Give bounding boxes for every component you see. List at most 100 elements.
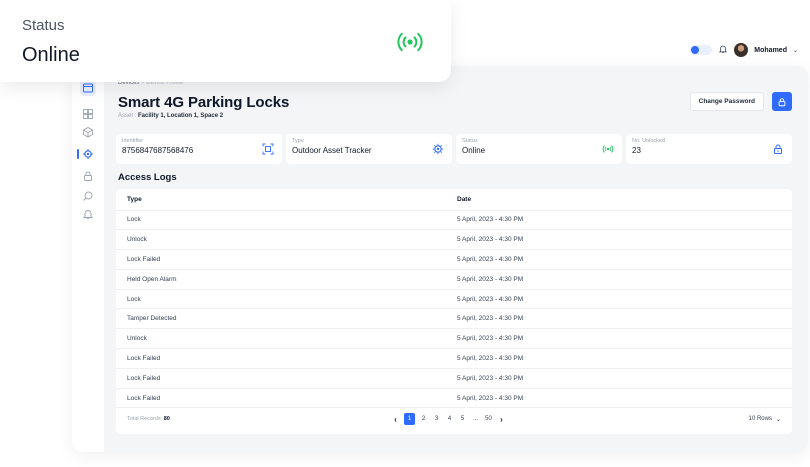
grid-icon — [83, 109, 93, 119]
sidebar-item-dashboard[interactable] — [80, 80, 96, 96]
column-header-type[interactable]: Type — [116, 189, 446, 211]
table-row[interactable]: Lock Failed 5 April, 2023 - 4:30 PM — [116, 249, 792, 270]
table-row[interactable]: Tamper Detected 5 April, 2023 - 4:30 PM — [116, 308, 792, 330]
table-row[interactable]: Lock Failed 5 April, 2023 - 4:30 PM — [116, 368, 792, 389]
asset-value: Facility 1, Location 1, Space 2 — [138, 113, 224, 119]
card-label: Type — [292, 138, 304, 144]
cell-type: Lock Failed — [116, 368, 446, 389]
cell-type: Lock Failed — [116, 388, 446, 409]
table-row[interactable]: Lock 5 April, 2023 - 4:30 PM — [116, 210, 792, 231]
cell-date: 5 April, 2023 - 4:30 PM — [446, 308, 792, 330]
bell-icon — [719, 45, 728, 54]
table-row[interactable]: Lock 5 April, 2023 - 4:30 PM — [116, 289, 792, 310]
card-value: 23 — [632, 146, 641, 155]
page-title: Smart 4G Parking Locks — [118, 94, 290, 111]
prev-page-button[interactable]: ‹ — [389, 413, 402, 425]
lock-icon — [774, 144, 782, 154]
sidebar-item-grid[interactable] — [80, 106, 96, 122]
sidebar-item-devices[interactable] — [77, 146, 96, 162]
card-value: Online — [462, 146, 486, 155]
cell-date: 5 April, 2023 - 4:30 PM — [446, 368, 792, 389]
cell-type: Lock — [116, 210, 446, 231]
lock-button[interactable] — [772, 92, 792, 111]
cell-date: 5 April, 2023 - 4:30 PM — [446, 348, 792, 369]
cell-type: Lock — [116, 289, 446, 310]
page-button[interactable]: 2 — [417, 413, 430, 425]
cell-date: 5 April, 2023 - 4:30 PM — [446, 269, 792, 290]
theme-toggle[interactable] — [690, 45, 713, 55]
type-card: Type Outdoor Asset Tracker — [286, 134, 452, 164]
sidebar-item-locks[interactable] — [80, 168, 96, 184]
next-page-button[interactable]: › — [495, 413, 508, 425]
change-password-button[interactable]: Change Password — [689, 92, 764, 111]
total-records: Total Records: 80 — [127, 416, 170, 422]
active-marker — [77, 149, 79, 159]
table-row[interactable]: Lock Failed 5 April, 2023 - 4:30 PM — [116, 348, 792, 369]
status-overlay-card: Status Online — [0, 0, 451, 82]
main-content: Devices > Device Profile Smart 4G Parkin… — [116, 66, 792, 452]
sidebar-item-notifications[interactable] — [80, 206, 96, 222]
cell-date: 5 April, 2023 - 4:30 PM — [446, 328, 792, 350]
chevron-down-icon[interactable]: ⌄ — [793, 47, 798, 54]
total-records-label: Total Records: — [127, 416, 163, 422]
sidebar — [72, 66, 104, 452]
notification-button[interactable] — [718, 41, 728, 59]
page-button[interactable]: 3 — [430, 413, 443, 425]
asset-prefix: Asset : — [118, 113, 137, 119]
dashboard-icon — [83, 83, 93, 93]
asset-line: Asset : Facility 1, Location 1, Space 2 — [118, 113, 223, 119]
identifier-card: Identifier 8756847687568476 — [116, 134, 282, 164]
unlocked-card: No. Unlocked 23 — [626, 134, 792, 164]
card-value: 8756847687568476 — [122, 146, 194, 155]
username[interactable]: Mohamed — [754, 47, 787, 54]
card-value: Outdoor Asset Tracker — [292, 146, 372, 155]
table-footer: Total Records: 80 ‹ 1 2 3 4 5 ... 50 › 1… — [127, 410, 781, 428]
cell-date: 5 April, 2023 - 4:30 PM — [446, 388, 792, 409]
rows-per-page-select[interactable]: 10 Rows ⌄ — [749, 413, 781, 425]
total-records-value: 80 — [163, 416, 170, 422]
page-button[interactable]: 1 — [404, 413, 415, 425]
cell-date: 5 April, 2023 - 4:30 PM — [446, 289, 792, 310]
table-row[interactable]: Lock Failed 5 April, 2023 - 4:30 PM — [116, 388, 792, 409]
page-button[interactable]: 4 — [443, 413, 456, 425]
cell-date: 5 April, 2023 - 4:30 PM — [446, 229, 792, 251]
access-logs-table: Type Date Lock 5 April, 2023 - 4:30 PM Un… — [116, 189, 792, 434]
card-label: Identifier — [122, 138, 144, 144]
table-header-row: Type Date — [116, 189, 792, 211]
cell-type: Unlock — [116, 229, 446, 251]
cell-type: Held Open Alarm — [116, 269, 446, 290]
card-label: No. Unlocked — [632, 138, 666, 144]
cell-type: Tamper Detected — [116, 308, 446, 330]
page-button[interactable]: 5 — [456, 413, 469, 425]
cell-date: 5 April, 2023 - 4:30 PM — [446, 249, 792, 270]
column-header-date[interactable]: Date — [446, 189, 792, 211]
lock-icon — [84, 171, 92, 181]
sidebar-item-search[interactable] — [80, 188, 96, 204]
avatar[interactable] — [734, 43, 749, 57]
table-row[interactable]: Unlock 5 April, 2023 - 4:30 PM — [116, 229, 792, 251]
lock-icon — [778, 97, 786, 106]
rows-per-page-value: 10 Rows — [748, 416, 772, 422]
card-label: Status — [462, 138, 478, 144]
table-row[interactable]: Unlock 5 April, 2023 - 4:30 PM — [116, 328, 792, 350]
info-cards: Identifier 8756847687568476 Type Outdoor… — [116, 134, 792, 164]
status-value: Online — [22, 44, 80, 66]
status-label: Status — [22, 17, 65, 34]
cell-type: Lock Failed — [116, 249, 446, 270]
status-card: Status Online — [456, 134, 622, 164]
page-button[interactable]: 50 — [482, 413, 495, 425]
page-ellipsis: ... — [472, 416, 478, 422]
cell-type: Lock Failed — [116, 348, 446, 369]
broadcast-icon — [602, 145, 614, 153]
top-bar: Mohamed ⌄ — [690, 40, 798, 60]
bell-icon — [82, 210, 94, 219]
toggle-knob — [691, 46, 700, 54]
section-title: Access Logs — [118, 172, 177, 183]
chip-icon — [83, 149, 93, 159]
sidebar-item-assets[interactable] — [80, 124, 96, 140]
table-row[interactable]: Held Open Alarm 5 April, 2023 - 4:30 PM — [116, 269, 792, 290]
chevron-down-icon: ⌄ — [775, 416, 781, 423]
cube-icon — [83, 126, 93, 138]
cell-date: 5 April, 2023 - 4:30 PM — [446, 210, 792, 231]
search-icon — [83, 191, 93, 201]
